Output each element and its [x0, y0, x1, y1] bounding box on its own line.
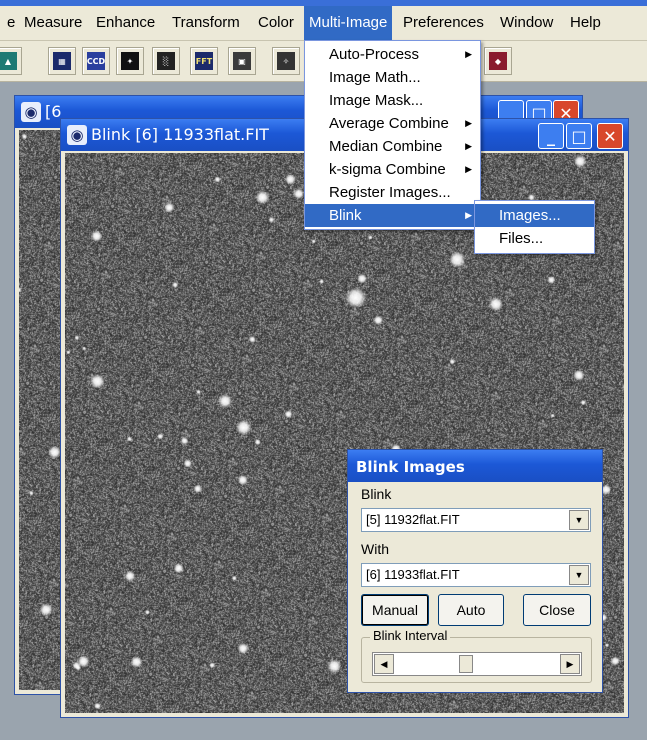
- auto-button[interactable]: Auto: [438, 594, 504, 626]
- blink-dialog-title: Blink Images: [356, 458, 465, 476]
- menu-item-edit[interactable]: e: [2, 6, 20, 40]
- menu-blink[interactable]: Blink ▶: [305, 204, 480, 227]
- menu-item-help[interactable]: Help: [565, 6, 606, 40]
- blink-interval-group: Blink Interval ◀ ▶: [361, 628, 592, 683]
- menu-image-mask[interactable]: Image Mask...: [305, 89, 480, 112]
- ccd-icon: CCD: [87, 52, 105, 70]
- image-window-front-title: Blink [6] 11933flat.FIT: [91, 125, 269, 144]
- fft-button[interactable]: FFT: [190, 47, 218, 75]
- grid-icon: ▣: [233, 52, 251, 70]
- menu-item-transform[interactable]: Transform: [167, 6, 245, 40]
- menu-auto-process[interactable]: Auto-Process ▶: [305, 43, 480, 66]
- noise-icon: ░: [157, 52, 175, 70]
- manual-button[interactable]: Manual: [361, 594, 429, 626]
- star-icon: ✦: [121, 52, 139, 70]
- menu-average-combine[interactable]: Average Combine ▶: [305, 112, 480, 135]
- menu-bar: e Measure Enhance Transform Color Multi-…: [0, 6, 647, 41]
- submenu-blink-images[interactable]: Images...: [475, 204, 594, 227]
- blink-interval-slider[interactable]: ◀ ▶: [372, 652, 582, 676]
- application-window: e Measure Enhance Transform Color Multi-…: [0, 0, 647, 740]
- submenu-arrow-icon: ▶: [465, 164, 472, 174]
- blink-label: Blink: [361, 486, 392, 502]
- menu-item-preferences[interactable]: Preferences: [398, 6, 489, 40]
- histogram-icon: ▲: [0, 52, 17, 70]
- image-window-back-title: [6: [45, 102, 62, 121]
- minimize-icon[interactable]: _: [538, 123, 564, 149]
- close-button[interactable]: Close: [523, 594, 591, 626]
- blink-select-value: [5] 11932flat.FIT: [366, 512, 460, 527]
- star-field-button[interactable]: ✧: [272, 47, 300, 75]
- star-button[interactable]: ✦: [116, 47, 144, 75]
- with-select[interactable]: [6] 11933flat.FIT ▼: [361, 563, 591, 587]
- maximize-icon[interactable]: □: [566, 123, 592, 149]
- grid-button[interactable]: ▣: [228, 47, 256, 75]
- scroll-left-icon[interactable]: ◀: [374, 654, 394, 674]
- menu-item-measure[interactable]: Measure: [19, 6, 87, 40]
- menu-item-window[interactable]: Window: [495, 6, 558, 40]
- blink-interval-label: Blink Interval: [370, 628, 451, 643]
- stack-button[interactable]: ▦: [48, 47, 76, 75]
- menu-image-math[interactable]: Image Math...: [305, 66, 480, 89]
- noise-button[interactable]: ░: [152, 47, 180, 75]
- blink-submenu: Images... Files...: [474, 200, 595, 254]
- menu-item-multi-image[interactable]: Multi-Image: [304, 6, 393, 40]
- with-select-value: [6] 11933flat.FIT: [366, 567, 460, 582]
- menu-median-combine[interactable]: Median Combine ▶: [305, 135, 480, 158]
- menu-item-enhance[interactable]: Enhance: [91, 6, 160, 40]
- scroll-right-icon[interactable]: ▶: [560, 654, 580, 674]
- blink-dialog-title-bar[interactable]: Blink Images: [348, 450, 602, 482]
- submenu-blink-files[interactable]: Files...: [475, 227, 594, 250]
- book-button[interactable]: ◆: [484, 47, 512, 75]
- blink-select[interactable]: [5] 11932flat.FIT ▼: [361, 508, 591, 532]
- submenu-arrow-icon: ▶: [465, 210, 472, 220]
- multi-image-menu: Auto-Process ▶ Image Math... Image Mask..…: [304, 40, 481, 230]
- submenu-arrow-icon: ▶: [465, 141, 472, 151]
- dropdown-arrow-icon[interactable]: ▼: [569, 565, 589, 585]
- galaxy-icon: ◉: [67, 125, 87, 145]
- submenu-arrow-icon: ▶: [465, 49, 472, 59]
- star-field-icon: ✧: [277, 52, 295, 70]
- ccd-button[interactable]: CCD: [82, 47, 110, 75]
- blink-images-dialog: Blink Images Blink [5] 11932flat.FIT ▼ W…: [347, 449, 603, 693]
- slider-thumb[interactable]: [459, 655, 473, 673]
- menu-register-images[interactable]: Register Images...: [305, 181, 480, 204]
- menu-item-color[interactable]: Color: [253, 6, 299, 40]
- stack-icon: ▦: [53, 52, 71, 70]
- histogram-button[interactable]: ▲: [0, 47, 22, 75]
- submenu-arrow-icon: ▶: [465, 118, 472, 128]
- with-label: With: [361, 541, 389, 557]
- close-icon[interactable]: ✕: [597, 123, 623, 149]
- fft-icon: FFT: [195, 52, 213, 70]
- dropdown-arrow-icon[interactable]: ▼: [569, 510, 589, 530]
- book-icon: ◆: [489, 52, 507, 70]
- menu-k-sigma-combine[interactable]: k-sigma Combine ▶: [305, 158, 480, 181]
- galaxy-icon: ◉: [21, 102, 41, 122]
